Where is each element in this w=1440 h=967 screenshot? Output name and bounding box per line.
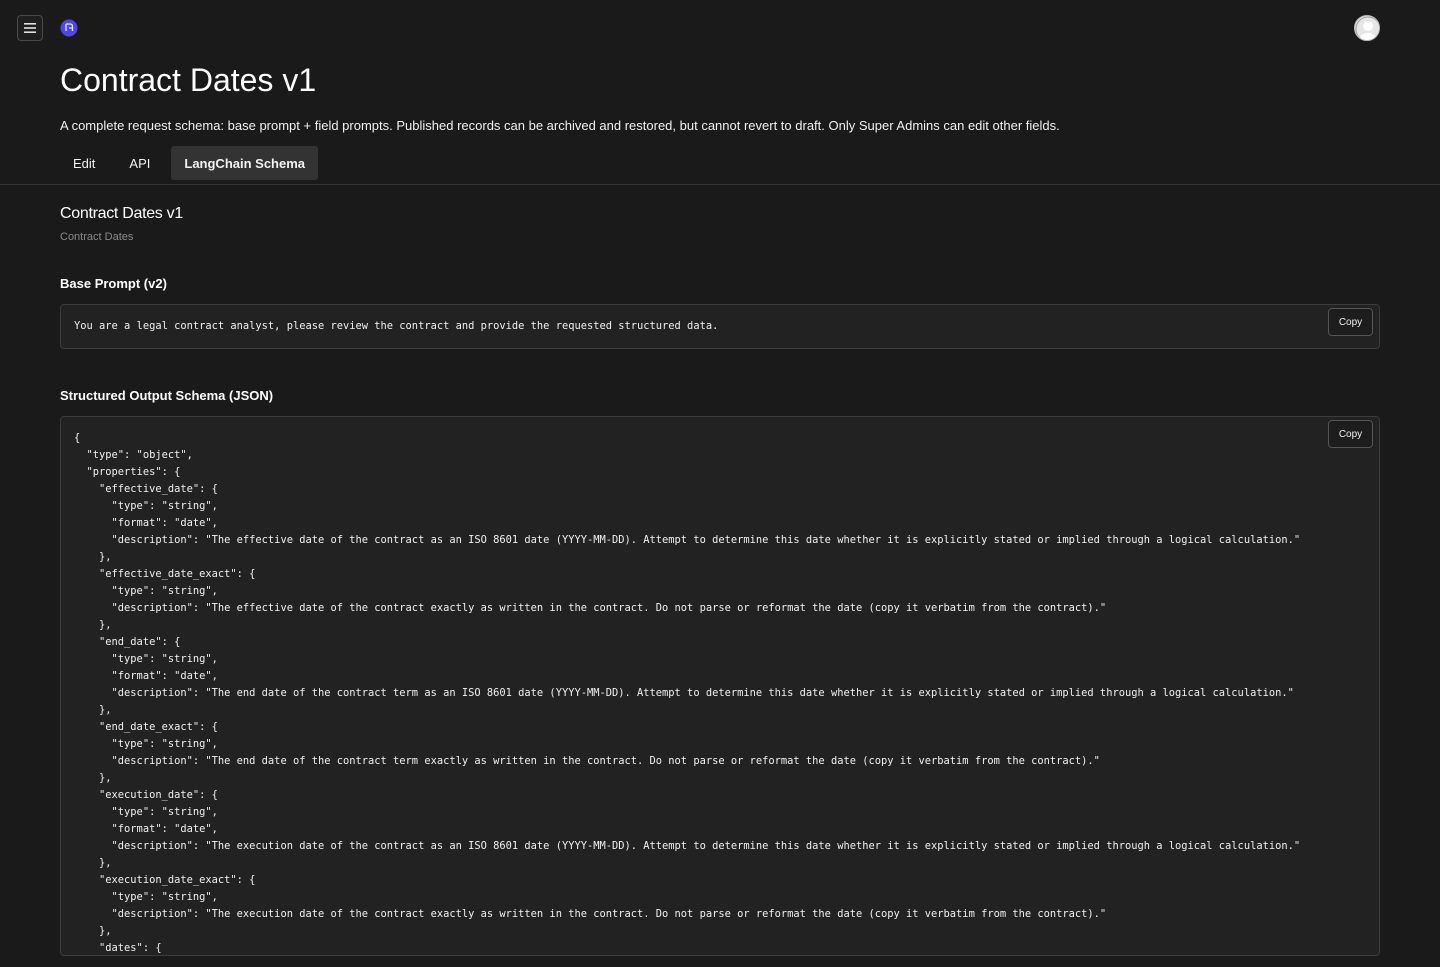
schema-subtitle: Contract Dates — [60, 231, 134, 243]
schema-title: Contract Dates v1 — [60, 205, 183, 222]
copy-output-schema-button[interactable]: Copy — [1328, 420, 1373, 448]
top-bar — [0, 0, 1440, 56]
header-divider — [0, 184, 1440, 185]
hamburger-menu-icon[interactable] — [17, 15, 43, 41]
app-logo-icon[interactable] — [60, 19, 78, 37]
tab-bar: Edit API LangChain Schema — [60, 146, 326, 180]
base-prompt-label: Base Prompt (v2) — [60, 276, 167, 291]
tab-edit[interactable]: Edit — [60, 146, 108, 180]
tab-api[interactable]: API — [116, 146, 163, 180]
base-prompt-box: You are a legal contract analyst, please… — [60, 304, 1380, 349]
output-schema-code: { "type": "object", "properties": { "eff… — [74, 432, 1301, 954]
user-avatar-icon[interactable] — [1354, 15, 1380, 41]
page-title: Contract Dates v1 — [60, 62, 317, 98]
copy-base-prompt-button[interactable]: Copy — [1328, 308, 1373, 336]
page-description: A complete request schema: base prompt +… — [60, 118, 1060, 133]
base-prompt-text: You are a legal contract analyst, please… — [74, 320, 719, 332]
output-schema-box: { "type": "object", "properties": { "eff… — [60, 416, 1380, 956]
tab-langchain-schema[interactable]: LangChain Schema — [171, 146, 319, 180]
output-schema-label: Structured Output Schema (JSON) — [60, 388, 274, 403]
